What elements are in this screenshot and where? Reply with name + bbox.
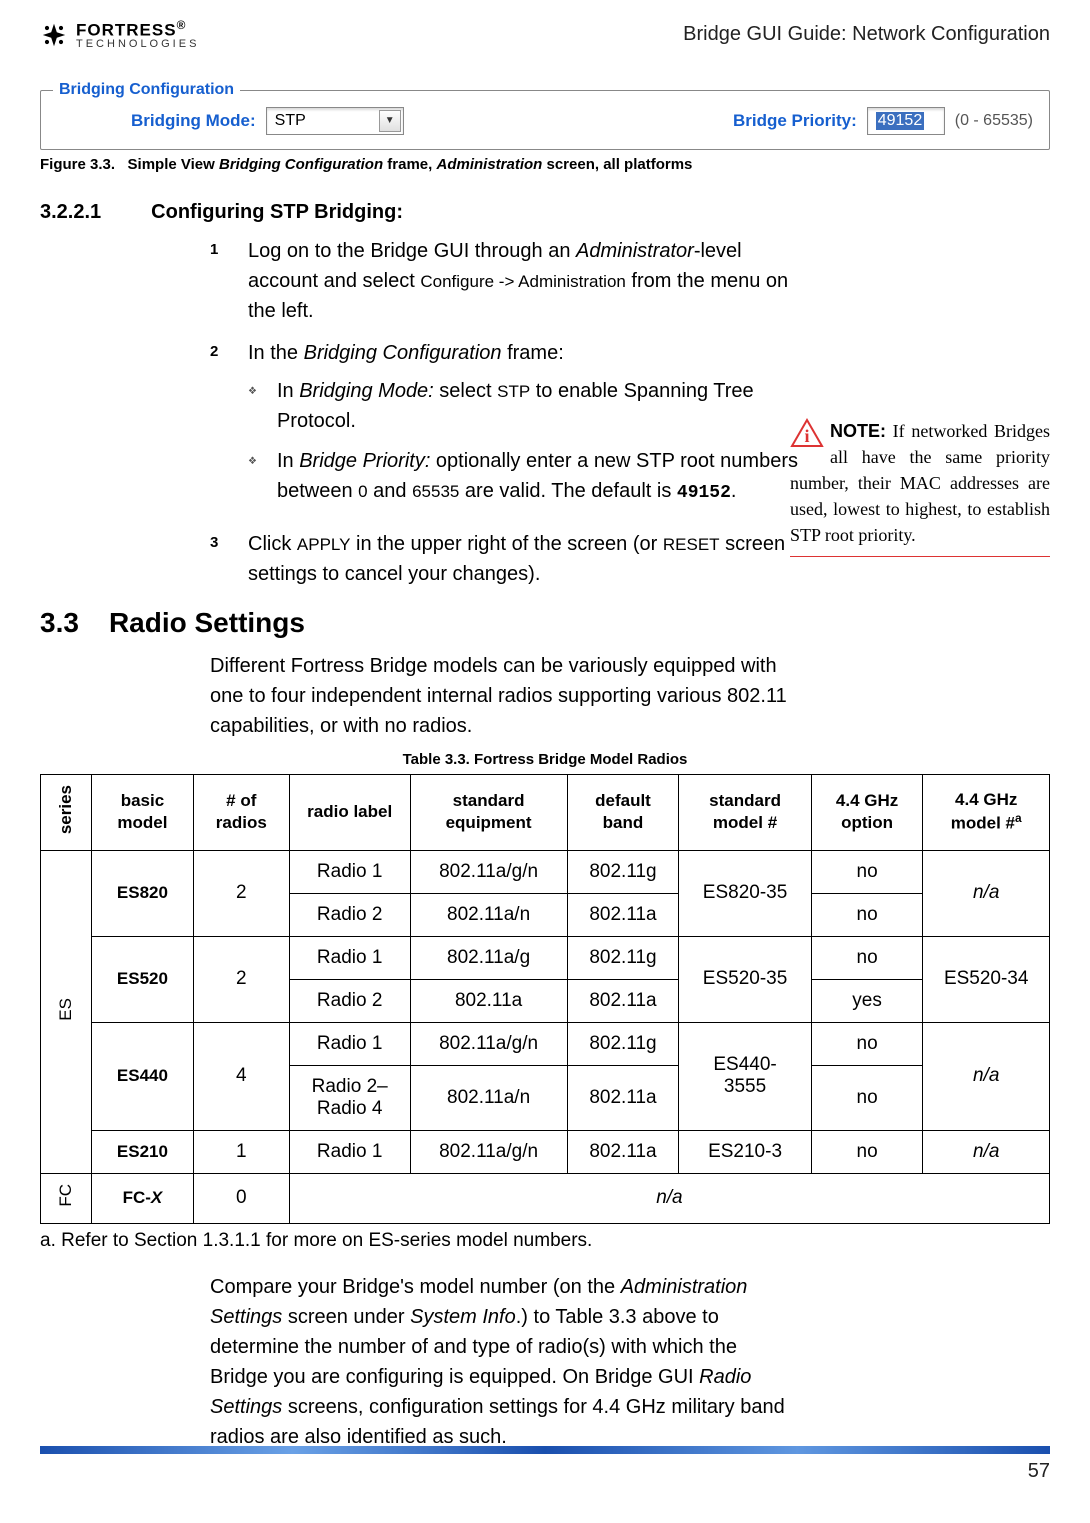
- bridge-priority-label: Bridge Priority:: [733, 111, 857, 131]
- page-header: FORTRESS® TECHNOLOGIES Bridge GUI Guide:…: [40, 20, 1050, 50]
- step-3: 3 Click APPLY in the upper right of the …: [210, 529, 800, 589]
- compare-paragraph: Compare your Bridge's model number (on t…: [210, 1272, 800, 1452]
- bridging-mode-value: STP: [275, 112, 306, 130]
- frame-legend: Bridging Configuration: [53, 81, 240, 99]
- radio-settings-intro: Different Fortress Bridge models can be …: [210, 651, 800, 741]
- table-row: FC FC-X 0 n/a: [41, 1174, 1050, 1224]
- bridge-priority-input[interactable]: 49152: [867, 107, 945, 135]
- logo: FORTRESS® TECHNOLOGIES: [40, 20, 199, 50]
- step-2-bullet-2: ❖ In Bridge Priority: optionally enter a…: [248, 446, 800, 507]
- table-row: ES520 2 Radio 1802.11a/g802.11g ES520-35…: [41, 936, 1050, 979]
- logo-title: FORTRESS®: [76, 20, 199, 39]
- doc-title: Bridge GUI Guide: Network Configuration: [683, 23, 1050, 46]
- table-row: ES440 4 Radio 1802.11a/g/n802.11g ES440-…: [41, 1022, 1050, 1065]
- bridging-mode-select[interactable]: STP ▼: [266, 107, 404, 135]
- figure-caption: Figure 3.3. Simple View Bridging Configu…: [40, 156, 1050, 173]
- radios-table: series basic model # of radios radio lab…: [40, 774, 1050, 1224]
- page-footer: 57: [40, 1446, 1050, 1483]
- bridge-priority-range: (0 - 65535): [955, 112, 1033, 130]
- table-footnote: a. Refer to Section 1.3.1.1 for more on …: [40, 1230, 1050, 1252]
- logo-icon: [40, 21, 68, 49]
- footer-divider-icon: [40, 1446, 1050, 1454]
- step-1: 1 Log on to the Bridge GUI through an Ad…: [210, 236, 800, 326]
- step-2: 2 In the Bridging Configuration frame: ❖…: [210, 338, 800, 517]
- page-number: 57: [1028, 1460, 1050, 1483]
- bridging-config-frame: Bridging Configuration Bridging Mode: ST…: [40, 90, 1050, 150]
- dropdown-caret-icon[interactable]: ▼: [379, 110, 401, 132]
- logo-subtitle: TECHNOLOGIES: [76, 39, 199, 50]
- step-2-bullet-1: ❖ In Bridging Mode: select STP to enable…: [248, 376, 800, 436]
- svg-text:i: i: [804, 426, 809, 446]
- section-3-3-heading: 3.3 Radio Settings: [40, 607, 1050, 639]
- section-3-2-2-1-heading: 3.2.2.1 Configuring STP Bridging:: [40, 201, 1050, 224]
- note-callout: i NOTE: If networked Bridges all have th…: [790, 418, 1050, 557]
- warning-info-icon: i: [790, 418, 824, 448]
- table-row: ES210 1 Radio 1802.11a/g/n802.11a ES210-…: [41, 1130, 1050, 1173]
- table-row: ES ES820 2 Radio 1802.11a/g/n802.11g ES8…: [41, 850, 1050, 893]
- bridging-mode-label: Bridging Mode:: [131, 111, 256, 131]
- table-caption: Table 3.3. Fortress Bridge Model Radios: [40, 751, 1050, 768]
